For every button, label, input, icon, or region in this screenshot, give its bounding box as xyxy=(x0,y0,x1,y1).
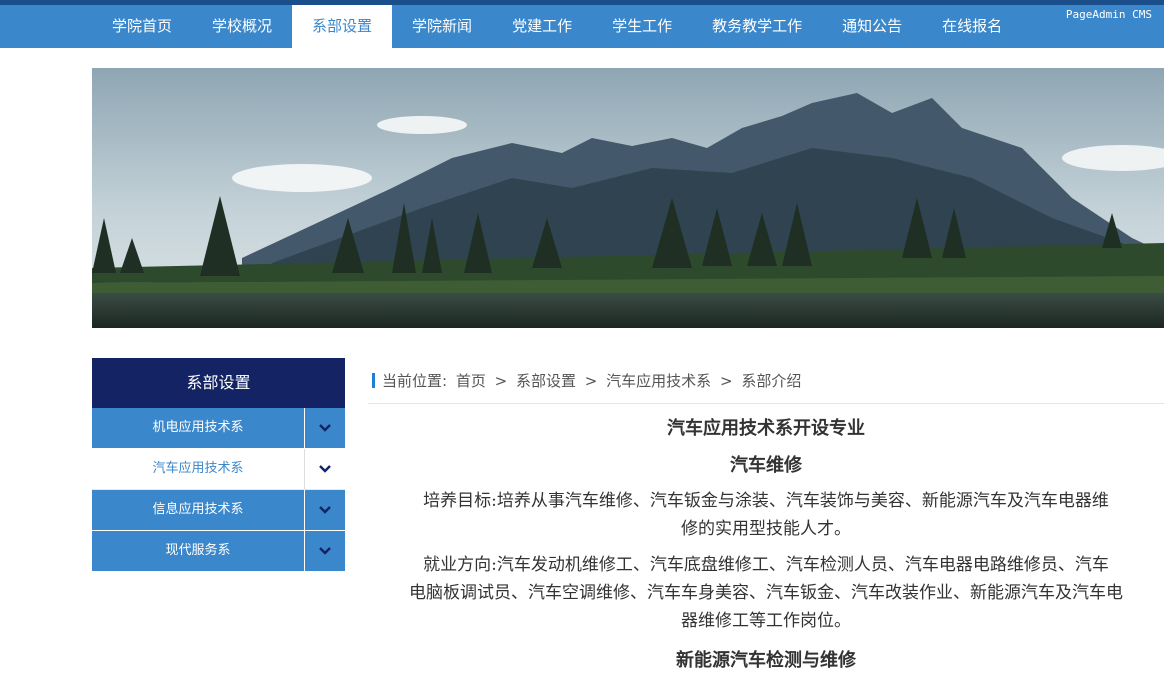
breadcrumb-link-departments[interactable]: 系部设置 xyxy=(516,372,576,390)
nav-list: 学院首页 学校概况 系部设置 学院新闻 党建工作 学生工作 教务教学工作 通知公… xyxy=(92,5,1022,48)
breadcrumb-marker xyxy=(372,373,375,388)
cms-label: PageAdmin CMS xyxy=(1065,8,1152,21)
sidebar-item-label: 信息应用技术系 xyxy=(152,502,244,517)
breadcrumb-text: 当前位置: 首页 > 系部设置 > 汽车应用技术系 > 系部介绍 xyxy=(382,370,805,391)
sidebar-item-label: 机电应用技术系 xyxy=(152,420,244,435)
sidebar-item-label: 汽车应用技术系 xyxy=(152,461,244,476)
section-title-auto-repair: 汽车维修 xyxy=(730,455,802,476)
nav-item-notices[interactable]: 通知公告 xyxy=(822,5,922,48)
article-title: 汽车应用技术系开设专业 xyxy=(667,418,865,439)
section-title-new-energy: 新能源汽车检测与维修 xyxy=(676,650,856,671)
nav-item-departments[interactable]: 系部设置 xyxy=(292,5,393,48)
nav-item-students[interactable]: 学生工作 xyxy=(592,5,692,48)
breadcrumb-link-home[interactable]: 首页 xyxy=(456,372,486,390)
job-paragraph-line: 器维修工等工作岗位。 xyxy=(681,611,851,631)
goal-paragraph-line: 培养目标:培养从事汽车维修、汽车钣金与涂装、汽车装饰与美容、新能源汽车及汽车电器… xyxy=(423,491,1109,511)
nav-item-news[interactable]: 学院新闻 xyxy=(392,5,492,48)
breadcrumb-separator: > xyxy=(584,372,598,390)
chevron-down-icon[interactable] xyxy=(305,531,345,571)
breadcrumb: 当前位置: 首页 > 系部设置 > 汽车应用技术系 > 系部介绍 xyxy=(368,358,1164,404)
nav-item-enroll[interactable]: 在线报名 xyxy=(922,5,1022,48)
main-content: 当前位置: 首页 > 系部设置 > 汽车应用技术系 > 系部介绍 汽车应用技术系… xyxy=(368,358,1164,671)
sidebar-item-label: 现代服务系 xyxy=(165,543,231,558)
breadcrumb-prefix: 当前位置: xyxy=(382,372,448,390)
nav-item-overview[interactable]: 学校概况 xyxy=(192,5,292,48)
breadcrumb-separator: > xyxy=(719,372,733,390)
nav-item-home[interactable]: 学院首页 xyxy=(92,5,192,48)
nav-item-teaching[interactable]: 教务教学工作 xyxy=(692,5,822,48)
sidebar-title: 系部设置 xyxy=(92,358,345,408)
goal-paragraph-line: 修的实用型技能人才。 xyxy=(681,519,851,539)
breadcrumb-separator: > xyxy=(494,372,508,390)
sidebar-item-automotive[interactable]: 汽车应用技术系 xyxy=(92,449,345,490)
chevron-down-icon[interactable] xyxy=(305,490,345,530)
job-paragraph-line: 电脑板调试员、汽车空调维修、汽车车身美容、汽车钣金、汽车改装作业、新能源汽车及汽… xyxy=(409,583,1123,603)
breadcrumb-link-automotive[interactable]: 汽车应用技术系 xyxy=(606,372,711,390)
breadcrumb-current: 系部介绍 xyxy=(741,372,802,390)
sidebar-item-services[interactable]: 现代服务系 xyxy=(92,531,345,572)
job-paragraph-line: 就业方向:汽车发动机维修工、汽车底盘维修工、汽车检测人员、汽车电器电路维修员、汽… xyxy=(423,555,1109,575)
sidebar-item-information[interactable]: 信息应用技术系 xyxy=(92,490,345,531)
sidebar: 系部设置 机电应用技术系 汽车应用技术系 信息应用技术系 现代服务系 xyxy=(92,358,345,572)
chevron-down-icon[interactable] xyxy=(305,408,345,448)
nav-item-party[interactable]: 党建工作 xyxy=(492,5,592,48)
main-nav: 学院首页 学校概况 系部设置 学院新闻 党建工作 学生工作 教务教学工作 通知公… xyxy=(0,5,1164,48)
sidebar-item-mechatronics[interactable]: 机电应用技术系 xyxy=(92,408,345,449)
landscape-illustration xyxy=(92,68,1164,328)
chevron-down-icon[interactable] xyxy=(305,449,345,489)
banner-image xyxy=(92,68,1164,328)
